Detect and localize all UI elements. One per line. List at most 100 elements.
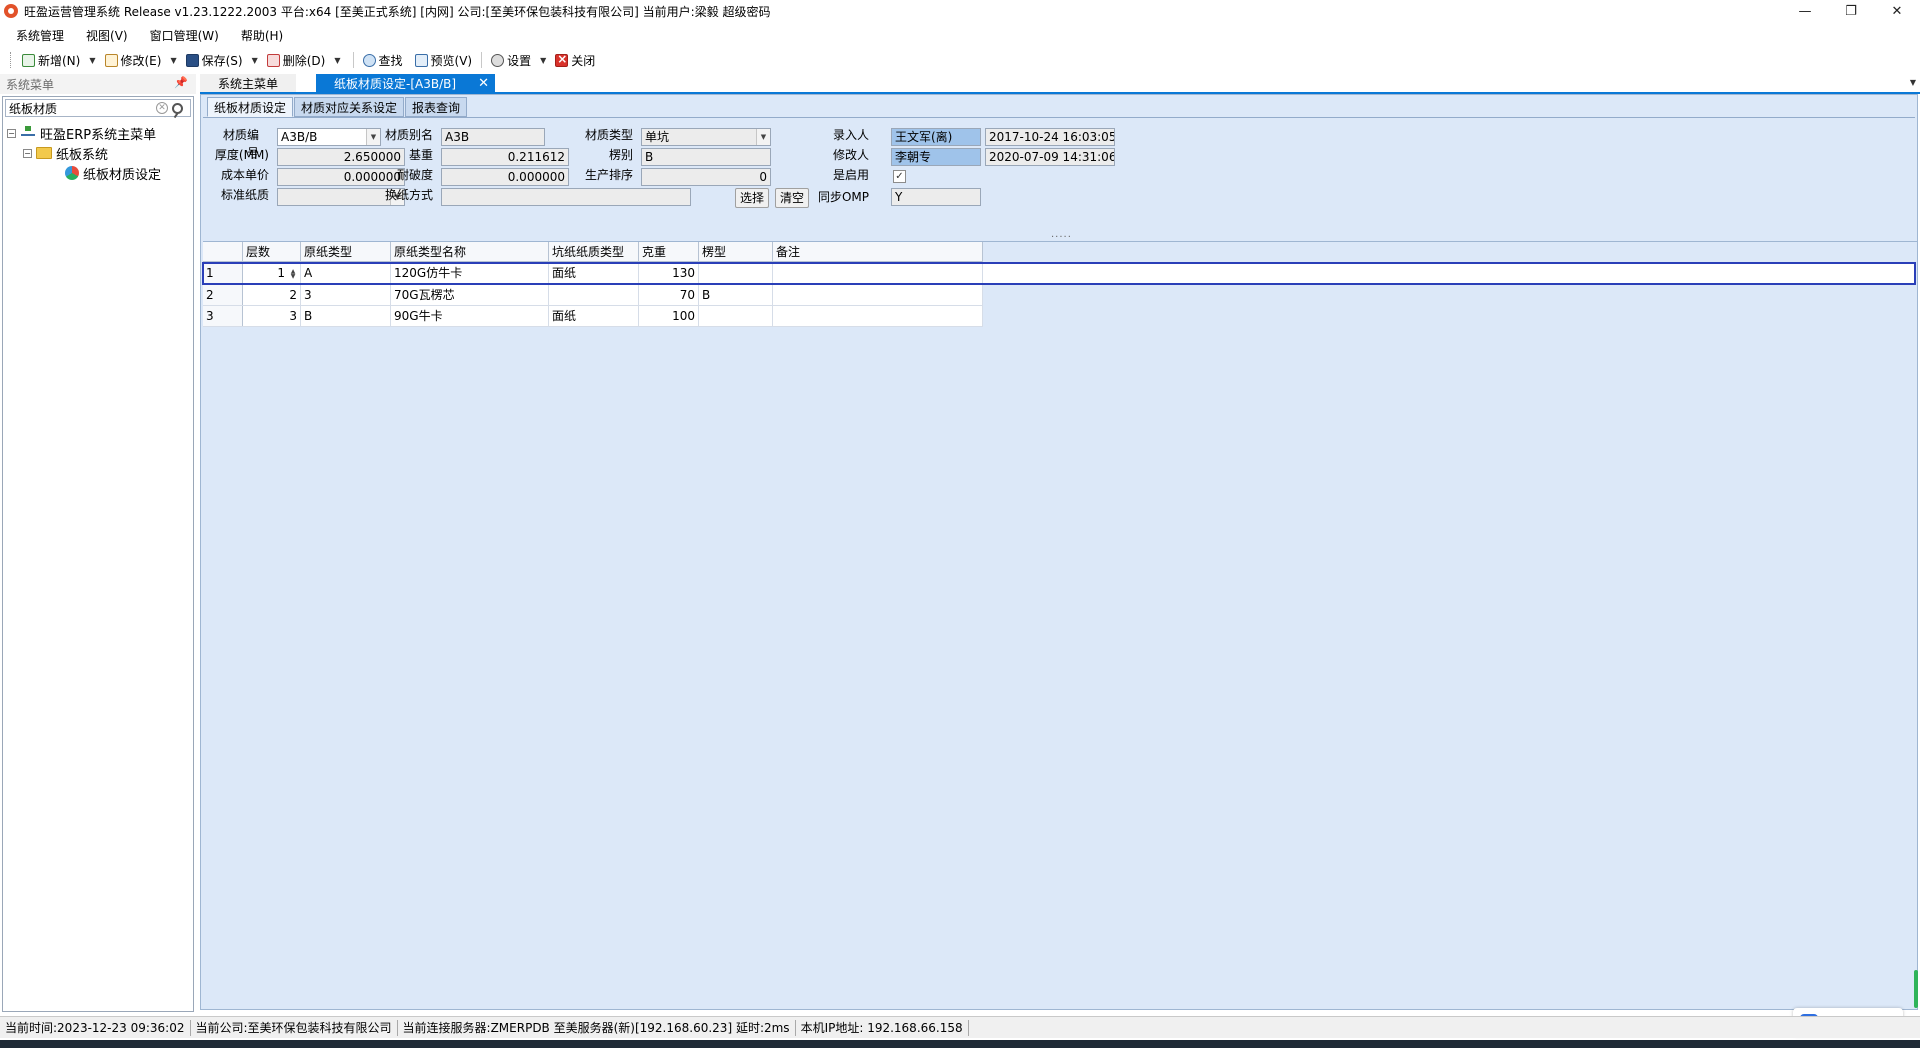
grid-header-cell[interactable]: 原纸类型名称 [391, 242, 549, 262]
find-label: 查找 [378, 53, 403, 68]
note-cell[interactable] [773, 306, 983, 326]
type-combo[interactable]: 单坑 ▼ [641, 128, 771, 146]
flute-cell[interactable]: B [699, 285, 773, 305]
burst-field[interactable]: 0.000000 [441, 168, 569, 186]
gsm-cell[interactable]: 70 [639, 285, 699, 305]
save-dropdown-icon[interactable]: ▼ [252, 56, 258, 65]
note-cell[interactable] [773, 263, 983, 283]
paper-name-cell[interactable]: 120G仿牛卡 [391, 263, 549, 283]
alias-label: 材质别名 [384, 128, 433, 142]
basis-weight-label: 基重 [408, 148, 433, 162]
delete-dropdown-icon[interactable]: ▼ [334, 56, 340, 65]
note-cell[interactable] [773, 285, 983, 305]
delete-button[interactable]: 删除(D) [264, 52, 329, 69]
paper-type-cell[interactable]: B [301, 306, 391, 326]
edit-icon [104, 53, 118, 67]
layer-cell[interactable]: 1 ▲ ▼ [243, 263, 301, 283]
pin-icon[interactable]: 📌 [174, 76, 188, 89]
app-logo-icon [4, 4, 18, 18]
liner-type-cell[interactable]: 面纸 [549, 263, 639, 283]
collapse-icon[interactable]: − [23, 148, 32, 158]
grid-header-cell[interactable]: 原纸类型 [301, 242, 391, 262]
flute-field[interactable]: B [641, 148, 771, 166]
tab-material-setup[interactable]: 纸板材质设定 [207, 97, 294, 117]
menu-search-input[interactable] [6, 100, 156, 116]
material-code-combo[interactable]: A3B/B ▼ [277, 128, 381, 146]
settings-label: 设置 [507, 53, 532, 68]
new-dropdown-icon[interactable]: ▼ [89, 56, 95, 65]
tab-material-mapping[interactable]: 材质对应关系设定 [294, 97, 405, 117]
modified-at-field[interactable]: 2020-07-09 14:31:06 [985, 148, 1115, 166]
liner-type-cell[interactable] [549, 285, 639, 305]
grid-header-cell[interactable]: 克重 [639, 242, 699, 262]
layer-cell[interactable]: 2 [243, 285, 301, 305]
tabs-dropdown-icon[interactable]: ▼ [1910, 78, 1916, 87]
tree-node-root[interactable]: − 旺盈ERP系统主菜单 [7, 123, 191, 143]
grid-header-cell[interactable]: 坑纸纸质类型 [549, 242, 639, 262]
liner-type-cell[interactable]: 面纸 [549, 306, 639, 326]
save-button[interactable]: 保存(S) [183, 52, 246, 69]
paper-type-cell[interactable]: A [301, 263, 391, 283]
spinner-icon[interactable]: ▲ ▼ [289, 268, 297, 279]
paper-type-cell[interactable]: 3 [301, 285, 391, 305]
tab-material-settings[interactable]: 纸板材质设定-[A3B/B] ✕ [316, 74, 495, 92]
flute-cell[interactable] [699, 263, 773, 283]
grid-header-cell[interactable]: 备注 [773, 242, 983, 262]
flute-cell[interactable] [699, 306, 773, 326]
settings-dropdown-icon[interactable]: ▼ [540, 56, 546, 65]
menu-help[interactable]: 帮助(H) [233, 27, 291, 44]
edit-dropdown-icon[interactable]: ▼ [170, 56, 176, 65]
restore-button[interactable]: ❐ [1828, 0, 1874, 22]
menu-system[interactable]: 系统管理 [8, 27, 72, 44]
entered-at-field[interactable]: 2017-10-24 16:03:05 [985, 128, 1115, 146]
toolbar-grip[interactable] [10, 52, 13, 68]
minimize-button[interactable]: — [1782, 0, 1828, 22]
sync-field[interactable]: Y [891, 188, 981, 206]
tree-node-folder[interactable]: − 纸板系统 [7, 143, 191, 163]
find-button[interactable]: 查找 [360, 52, 406, 69]
sort-field[interactable]: 0 [641, 168, 771, 186]
sub-tabs: 纸板材质设定 材质对应关系设定 报表查询 [207, 97, 468, 117]
settings-button[interactable]: 设置 [488, 52, 534, 69]
clear-button[interactable]: 清空 [775, 188, 810, 208]
edit-label: 修改(E) [120, 53, 162, 68]
splitter-handle[interactable]: ..... [1051, 229, 1072, 240]
menu-bar: 系统管理 视图(V) 窗口管理(W) 帮助(H) [0, 24, 1920, 46]
entered-by-field[interactable]: 王文军(离) [891, 128, 981, 146]
table-row[interactable]: 1 1 ▲ ▼ A 120G仿牛卡 面纸 130 [202, 262, 1916, 285]
edit-button[interactable]: 修改(E) [102, 52, 165, 69]
enabled-checkbox[interactable]: ✓ [893, 170, 906, 183]
close-window-button[interactable]: ✕ [1874, 0, 1920, 22]
select-button[interactable]: 选择 [735, 188, 770, 208]
left-panel: ✕ − 旺盈ERP系统主菜单 − 纸板系统 纸板材质设定 [2, 96, 194, 1012]
gsm-cell[interactable]: 130 [639, 263, 699, 283]
alias-field[interactable]: A3B [441, 128, 545, 146]
tab-report-query[interactable]: 报表查询 [405, 97, 468, 117]
menu-view[interactable]: 视图(V) [78, 27, 136, 44]
gsm-cell[interactable]: 100 [639, 306, 699, 326]
paper-name-cell[interactable]: 90G牛卡 [391, 306, 549, 326]
scroll-indicator[interactable] [1914, 970, 1918, 1008]
table-row[interactable]: 3 3 B 90G牛卡 面纸 100 [203, 306, 983, 327]
close-button[interactable]: 关闭 [552, 52, 598, 69]
modified-by-field[interactable]: 李朝专 [891, 148, 981, 166]
chevron-down-icon[interactable]: ▼ [756, 129, 770, 145]
paper-name-cell[interactable]: 70G瓦楞芯 [391, 285, 549, 305]
clear-icon[interactable]: ✕ [156, 102, 168, 114]
preview-button[interactable]: 预览(V) [412, 52, 476, 69]
close-tab-icon[interactable]: ✕ [478, 76, 489, 91]
search-icon[interactable] [172, 102, 183, 114]
menu-window[interactable]: 窗口管理(W) [142, 27, 227, 44]
tab-main-menu[interactable]: 系统主菜单 [200, 74, 297, 92]
collapse-icon[interactable]: − [7, 128, 16, 138]
unit-cost-label: 成本单价 [220, 168, 269, 182]
table-row[interactable]: 2 2 3 70G瓦楞芯 70 B [203, 285, 983, 306]
grid-header-cell [203, 242, 243, 262]
swap-field[interactable] [441, 188, 691, 206]
layer-cell[interactable]: 3 [243, 306, 301, 326]
new-button[interactable]: 新增(N) [19, 52, 83, 69]
tree-node-leaf[interactable]: 纸板材质设定 [7, 163, 191, 183]
grid-header-cell[interactable]: 楞型 [699, 242, 773, 262]
grid-header-cell[interactable]: 层数 [243, 242, 301, 262]
basis-weight-field[interactable]: 0.211612 [441, 148, 569, 166]
